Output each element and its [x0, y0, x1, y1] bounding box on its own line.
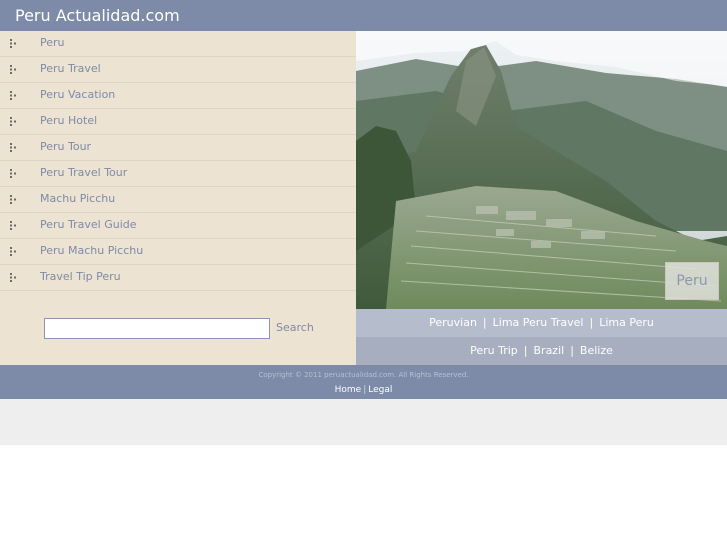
bullet-dots-icon: [10, 117, 19, 126]
link-peruvian[interactable]: Peruvian: [429, 316, 477, 329]
sidebar-item-peru-travel-guide[interactable]: Peru Travel Guide: [0, 213, 356, 239]
sidebar-item-label[interactable]: Peru Hotel: [40, 114, 97, 127]
sidebar-item-peru-travel-tour[interactable]: Peru Travel Tour: [0, 161, 356, 187]
link-row-1: Peruvian | Lima Peru Travel | Lima Peru: [356, 309, 727, 337]
footer-home-link[interactable]: Home: [335, 385, 362, 395]
bullet-dots-icon: [10, 143, 19, 152]
link-belize[interactable]: Belize: [580, 344, 613, 357]
photo-caption[interactable]: Peru: [665, 262, 719, 300]
sidebar-item-travel-tip-peru[interactable]: Travel Tip Peru: [0, 265, 356, 291]
link-separator: |: [570, 344, 574, 357]
footer-legal-link[interactable]: Legal: [368, 385, 392, 395]
header: Peru Actualidad.com: [0, 0, 727, 31]
sidebar-item-peru-travel[interactable]: Peru Travel: [0, 57, 356, 83]
link-row-2: Peru Trip | Brazil | Belize: [356, 337, 727, 365]
sidebar-item-peru-tour[interactable]: Peru Tour: [0, 135, 356, 161]
sidebar-nav: Peru Peru Travel Peru Vacation Peru Hote…: [0, 31, 356, 365]
bottom-band: [0, 399, 727, 445]
bullet-dots-icon: [10, 39, 19, 48]
sidebar-item-peru-vacation[interactable]: Peru Vacation: [0, 83, 356, 109]
bullet-dots-icon: [10, 221, 19, 230]
bullet-dots-icon: [10, 195, 19, 204]
sidebar-item-machu-picchu[interactable]: Machu Picchu: [0, 187, 356, 213]
sidebar-item-label[interactable]: Peru Vacation: [40, 88, 115, 101]
search-button[interactable]: Search: [276, 321, 314, 334]
link-lima-peru-travel[interactable]: Lima Peru Travel: [493, 316, 584, 329]
footer: Copyright © 2011 peruactualidad.com. All…: [0, 365, 727, 399]
bullet-dots-icon: [10, 247, 19, 256]
link-separator: |: [523, 344, 528, 357]
search-input[interactable]: [44, 318, 270, 339]
footer-links: Home | Legal: [0, 385, 727, 395]
site-title[interactable]: Peru Actualidad.com: [15, 6, 180, 25]
sidebar-item-label[interactable]: Machu Picchu: [40, 192, 115, 205]
link-lima-peru[interactable]: Lima Peru: [599, 316, 654, 329]
link-separator: |: [482, 316, 487, 329]
sidebar-item-label[interactable]: Peru Travel: [40, 62, 101, 75]
sidebar-item-label[interactable]: Peru Travel Tour: [40, 166, 127, 179]
link-peru-trip[interactable]: Peru Trip: [470, 344, 518, 357]
sidebar-item-label[interactable]: Peru Travel Guide: [40, 218, 137, 231]
copyright-text: Copyright © 2011 peruactualidad.com. All…: [258, 371, 469, 379]
sidebar-item-label[interactable]: Peru: [40, 36, 65, 49]
bullet-dots-icon: [10, 91, 19, 100]
sidebar-item-peru-machu-picchu[interactable]: Peru Machu Picchu: [0, 239, 356, 265]
bullet-dots-icon: [10, 65, 19, 74]
bullet-dots-icon: [10, 169, 19, 178]
bullet-dots-icon: [10, 273, 19, 282]
link-brazil[interactable]: Brazil: [534, 344, 565, 357]
link-separator: |: [589, 316, 594, 329]
sidebar-item-peru[interactable]: Peru: [0, 31, 356, 57]
sidebar-item-label[interactable]: Peru Tour: [40, 140, 91, 153]
sidebar-item-peru-hotel[interactable]: Peru Hotel: [0, 109, 356, 135]
sidebar-item-label[interactable]: Peru Machu Picchu: [40, 244, 143, 257]
sidebar-item-label[interactable]: Travel Tip Peru: [40, 270, 121, 283]
